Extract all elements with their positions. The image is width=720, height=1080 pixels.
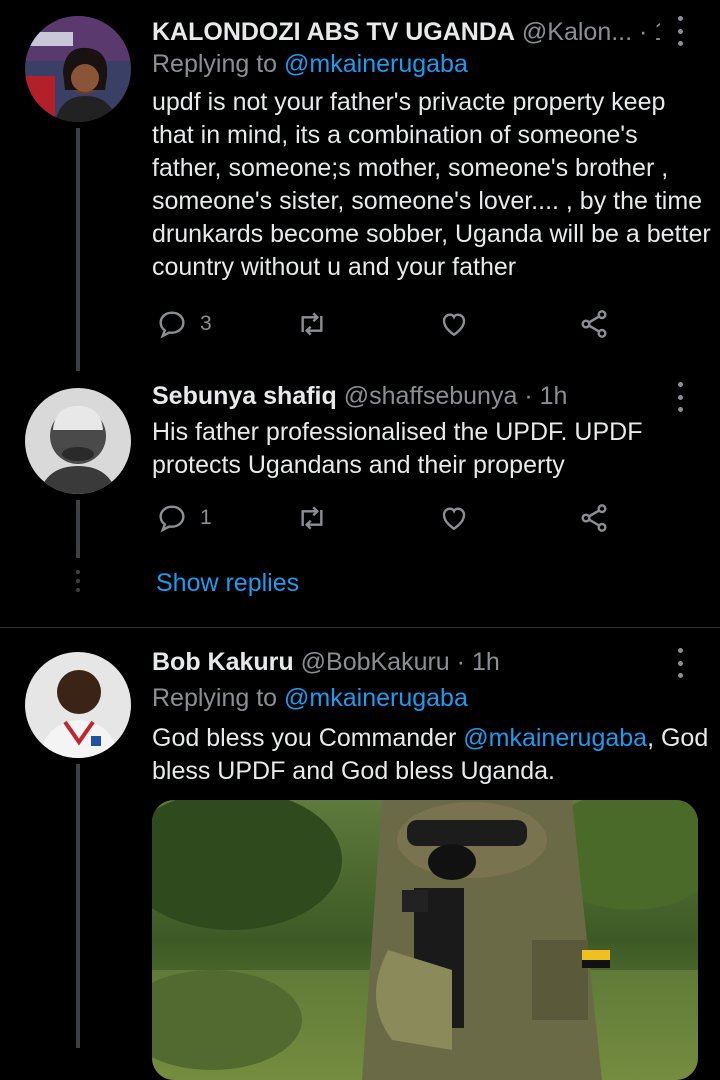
timestamp[interactable]: 1h — [540, 382, 568, 410]
tweet-text: God bless you Commander @mkainerugaba, G… — [152, 722, 712, 788]
divider — [0, 627, 720, 628]
retweet-icon — [301, 506, 323, 530]
tweet-header: Sebunya shafiq @shaffsebunya · 1h — [152, 376, 660, 416]
handle[interactable]: @Kalon... — [522, 18, 632, 46]
timestamp[interactable]: 1h — [472, 648, 500, 676]
avatar[interactable] — [25, 652, 131, 758]
handle[interactable]: @BobKakuru — [301, 648, 450, 676]
separator: · — [524, 382, 533, 410]
tweet-media-image[interactable] — [152, 800, 698, 1080]
thread-line — [76, 764, 80, 1048]
like-icon — [442, 507, 466, 531]
tweet[interactable]: Sebunya shafiq @shaffsebunya · 1h His fa… — [0, 357, 720, 560]
replying-to: Replying to @mkainerugaba — [152, 46, 468, 82]
thread-continuation-dots — [75, 570, 81, 592]
more-options-icon[interactable] — [672, 16, 688, 46]
action-bar: 1 — [152, 498, 622, 538]
tweet-text-part: God bless you Commander — [152, 724, 464, 752]
handle[interactable]: @shaffsebunya — [344, 382, 518, 410]
share-icon — [581, 504, 607, 532]
separator: · — [639, 18, 648, 46]
retweet-button[interactable] — [294, 304, 330, 344]
timestamp[interactable]: 1h — [654, 18, 660, 46]
replying-label: Replying to — [152, 50, 278, 78]
avatar[interactable] — [25, 16, 131, 122]
display-name[interactable]: Sebunya shafiq — [152, 382, 337, 410]
reply-icon — [159, 505, 185, 533]
mention-link[interactable]: @mkainerugaba — [284, 684, 468, 712]
reply-button[interactable]: 1 — [156, 498, 212, 538]
show-replies-link[interactable]: Show replies — [156, 566, 299, 600]
replying-to: Replying to @mkainerugaba — [152, 680, 468, 716]
like-button[interactable] — [438, 304, 470, 344]
reply-button[interactable]: 3 — [156, 304, 212, 344]
reply-icon — [159, 311, 185, 339]
action-bar: 3 — [152, 304, 622, 344]
thread-line — [76, 128, 80, 357]
share-icon — [581, 310, 607, 338]
display-name[interactable]: KALONDOZI ABS TV UGANDA — [152, 18, 515, 46]
more-options-icon[interactable] — [672, 648, 688, 678]
mention-link[interactable]: @mkainerugaba — [284, 50, 468, 78]
display-name[interactable]: Bob Kakuru — [152, 648, 294, 676]
thread-line — [76, 500, 80, 558]
retweet-icon — [301, 312, 323, 336]
tweet-text: updf is not your father's privacte prope… — [152, 88, 711, 281]
mention-link[interactable]: @mkainerugaba — [463, 724, 647, 752]
tweet[interactable]: KALONDOZI ABS TV UGANDA @Kalon... · 1h R… — [0, 12, 720, 357]
reply-count: 3 — [200, 312, 212, 335]
separator: · — [456, 648, 465, 676]
tweet-text: His father professionalised the UPDF. UP… — [152, 418, 643, 479]
share-button[interactable] — [578, 304, 610, 344]
replying-label: Replying to — [152, 684, 278, 712]
thread-line — [76, 357, 80, 371]
like-icon — [442, 313, 466, 337]
tweet-header: Bob Kakuru @BobKakuru · 1h — [152, 642, 660, 682]
avatar[interactable] — [25, 388, 131, 494]
more-options-icon[interactable] — [672, 382, 688, 412]
like-button[interactable] — [438, 498, 470, 538]
reply-count: 1 — [200, 506, 212, 529]
retweet-button[interactable] — [294, 498, 330, 538]
share-button[interactable] — [578, 498, 610, 538]
